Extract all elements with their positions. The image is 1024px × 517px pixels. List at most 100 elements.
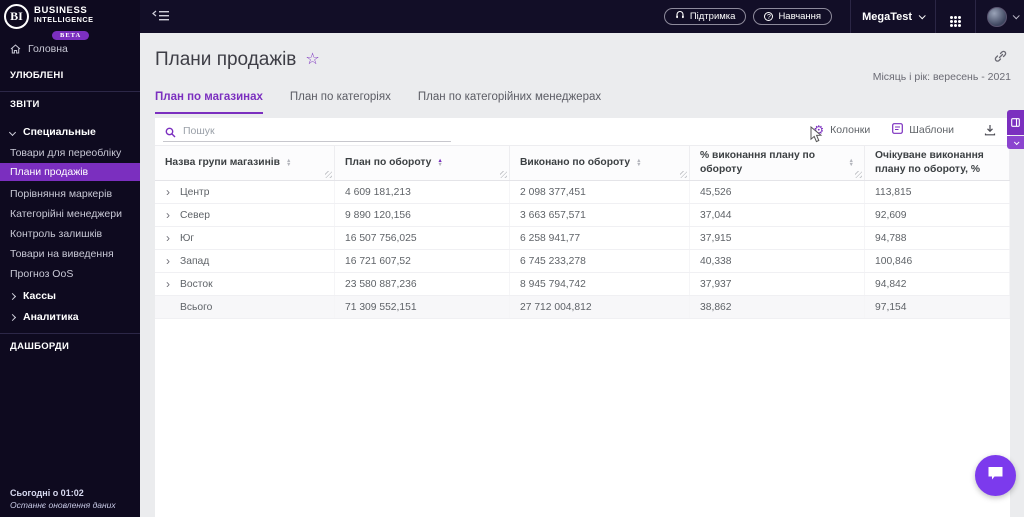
cell-expected: 113,815: [865, 181, 1010, 203]
cell-done: 27 712 004,812: [510, 296, 690, 318]
expand-row-icon[interactable]: ›: [166, 186, 170, 198]
avatar[interactable]: [987, 6, 1007, 27]
sort-icon[interactable]: ▲ ▼: [849, 158, 854, 168]
cell-plan: 9 890 120,156: [335, 204, 510, 226]
org-selector[interactable]: MegaTest: [862, 11, 926, 23]
search-input[interactable]: [163, 122, 451, 142]
page-title: Плани продажів: [155, 49, 297, 70]
support-button[interactable]: Підтримка: [663, 8, 747, 25]
tab-plan-by-category-managers[interactable]: План по категорійних менеджерах: [418, 91, 601, 114]
sort-icon[interactable]: ▲ ▼: [437, 158, 442, 168]
chat-button[interactable]: [975, 455, 1016, 496]
tab-plan-by-categories[interactable]: План по категоріях: [290, 91, 391, 114]
column-header-plan[interactable]: План по обороту ▲ ▼: [335, 146, 510, 180]
last-update-caption: Останнє оновлення даних: [10, 500, 116, 510]
tab-plan-by-stores[interactable]: План по магазинах: [155, 91, 263, 114]
gear-icon: ⚙: [813, 123, 825, 137]
copy-link-icon[interactable]: [994, 50, 1007, 68]
home-icon: [10, 44, 21, 54]
cell-name: Запад: [180, 255, 210, 267]
chevron-right-icon: [8, 313, 17, 321]
divider: [0, 91, 140, 92]
cell-done: 3 663 657,571: [510, 204, 690, 226]
tab-bar: План по магазинах План по категоріях Пла…: [155, 91, 601, 114]
chevron-down-icon[interactable]: [1012, 12, 1020, 20]
app-logo: BI BUSINESS INTELLIGENCE BETA: [4, 4, 94, 42]
divider: [975, 0, 976, 33]
sidebar-group-analytics[interactable]: Аналитика: [0, 311, 140, 323]
app-screen: Підтримка ? Навчання MegaTest BI BUSINES…: [0, 0, 1024, 517]
group-label: Специальные: [23, 126, 96, 138]
cell-plan: 4 609 181,213: [335, 181, 510, 203]
cell-expected: 94,842: [865, 273, 1010, 295]
beta-badge: BETA: [52, 31, 90, 40]
column-resize-handle[interactable]: [325, 171, 332, 178]
sort-icon[interactable]: ▲ ▼: [636, 158, 641, 168]
search-icon: [165, 125, 176, 143]
collapse-sidebar-icon[interactable]: [152, 9, 170, 24]
expand-row-icon[interactable]: ›: [166, 209, 170, 221]
cell-expected: 92,609: [865, 204, 1010, 226]
group-label: Кассы: [23, 290, 57, 302]
topbar: Підтримка ? Навчання MegaTest: [0, 0, 1024, 33]
cell-expected: 100,846: [865, 250, 1010, 272]
main-content: Плани продажів ☆ Місяць і рік: вересень …: [140, 33, 1024, 517]
sidebar-item-stock-control[interactable]: Контроль залишків: [0, 225, 140, 243]
table-header: Назва групи магазинів ▲ ▼ План по обороту…: [155, 145, 1010, 181]
sidebar-item-oos-forecast[interactable]: Прогноз OoS: [0, 265, 140, 283]
chevron-down-icon: [918, 12, 926, 20]
cell-expected: 94,788: [865, 227, 1010, 249]
sidebar-item-sales-plans[interactable]: Плани продажів: [0, 163, 140, 181]
cell-name: Восток: [180, 278, 213, 290]
group-label: Аналитика: [23, 311, 79, 323]
table-row-total: ›Всього 71 309 552,151 27 712 004,812 38…: [155, 296, 1010, 319]
column-resize-handle[interactable]: [680, 171, 687, 178]
cell-plan: 16 721 607,52: [335, 250, 510, 272]
sidebar-item-markers[interactable]: Порівняння маркерів: [0, 185, 140, 203]
report-panel: ⚙ Колонки Шаблони Назва групи магазинів: [155, 118, 1010, 517]
chevron-down-icon: [8, 128, 17, 136]
columns-button[interactable]: ⚙ Колонки: [813, 124, 870, 136]
cell-name: Центр: [180, 186, 210, 198]
column-header-store-group[interactable]: Назва групи магазинів ▲ ▼: [155, 146, 335, 180]
expand-row-icon[interactable]: ›: [166, 255, 170, 267]
download-icon[interactable]: [984, 124, 996, 136]
cell-pct: 37,044: [690, 204, 865, 226]
templates-button[interactable]: Шаблони: [892, 123, 954, 137]
sort-icon[interactable]: ▲ ▼: [286, 158, 291, 168]
sidebar-item-category-managers[interactable]: Категорійні менеджери: [0, 205, 140, 223]
cell-plan: 23 580 887,236: [335, 273, 510, 295]
side-panel-toggle: [1007, 110, 1024, 149]
column-header-done[interactable]: Виконано по обороту ▲ ▼: [510, 146, 690, 180]
expand-row-icon[interactable]: ›: [166, 278, 170, 290]
sidebar-item-home[interactable]: Головна: [0, 40, 140, 58]
flyout-collapse-button[interactable]: [1007, 136, 1024, 149]
column-header-pct[interactable]: % виконання плану по обороту ▲ ▼: [690, 146, 865, 180]
cell-name: Всього: [180, 301, 213, 313]
sidebar-item-revaluation[interactable]: Товари для переобліку: [0, 144, 140, 162]
chevron-down-icon: [1013, 138, 1020, 145]
cell-name: Юг: [180, 232, 195, 244]
column-resize-handle[interactable]: [855, 171, 862, 178]
sidebar-group-special[interactable]: Специальные: [0, 126, 140, 138]
sidebar-group-kassy[interactable]: Кассы: [0, 290, 140, 302]
headset-icon: [675, 10, 685, 23]
support-label: Підтримка: [689, 11, 736, 22]
last-update-time: Сьогодні о 01:02: [10, 488, 84, 498]
cell-done: 6 258 941,77: [510, 227, 690, 249]
cell-pct: 40,338: [690, 250, 865, 272]
cell-done: 8 945 794,742: [510, 273, 690, 295]
sidebar-item-delisting[interactable]: Товари на виведення: [0, 245, 140, 263]
expand-row-icon[interactable]: ›: [166, 232, 170, 244]
cell-plan: 16 507 756,025: [335, 227, 510, 249]
apps-grid-button[interactable]: [947, 0, 964, 33]
training-label: Навчання: [778, 11, 822, 22]
training-button[interactable]: ? Навчання: [753, 8, 833, 25]
column-header-expected[interactable]: Очікуване виконання плану по обороту, %: [865, 146, 1010, 180]
favorite-star-icon[interactable]: ☆: [305, 52, 319, 68]
logo-line2: INTELLIGENCE: [34, 15, 94, 24]
table-settings-flyout-button[interactable]: [1007, 110, 1024, 135]
topbar-actions: Підтримка ? Навчання MegaTest: [663, 0, 1020, 33]
cell-plan: 71 309 552,151: [335, 296, 510, 318]
column-resize-handle[interactable]: [500, 171, 507, 178]
